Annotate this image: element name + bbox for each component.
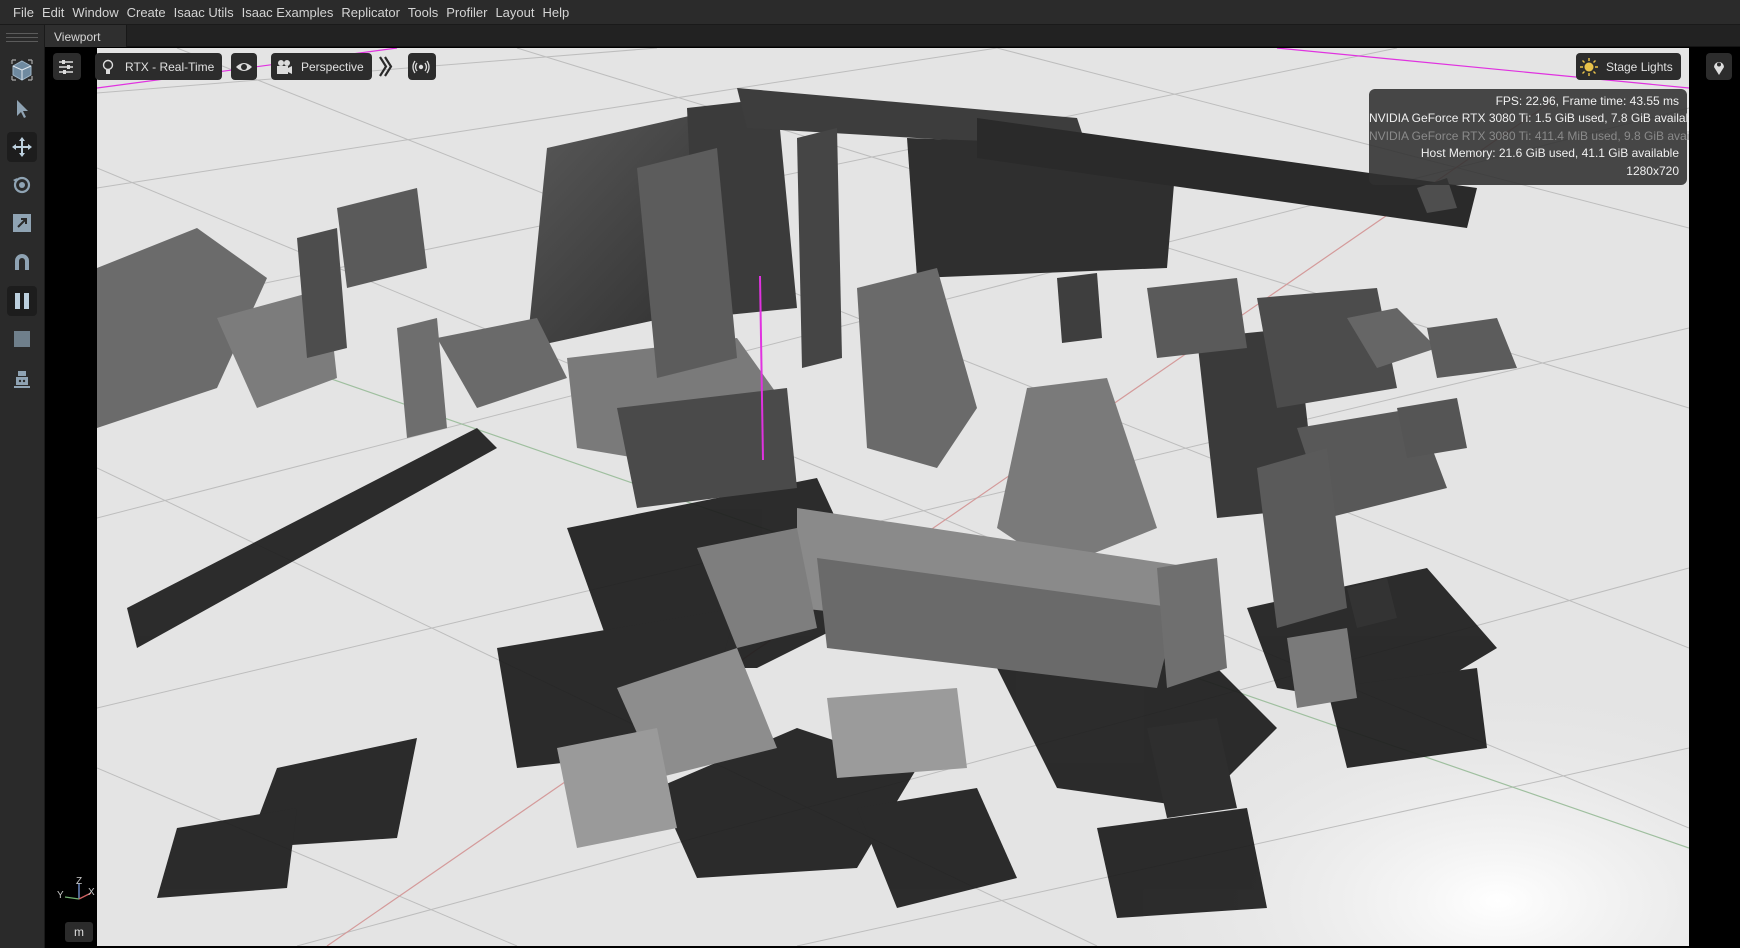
stage-lights-label: Stage Lights: [1606, 59, 1673, 74]
select-icon[interactable]: [7, 94, 37, 124]
menu-create[interactable]: Create: [123, 5, 170, 20]
axis-z-label: Z: [76, 876, 82, 887]
axis-x-label: X: [88, 887, 95, 898]
renderer-label: RTX - Real-Time: [125, 59, 215, 74]
sun-icon: [1576, 53, 1602, 80]
visibility-button[interactable]: [231, 53, 257, 80]
sliders-icon: [53, 53, 79, 80]
broadcast-icon: [408, 53, 434, 80]
stage-lights-selector[interactable]: Stage Lights: [1576, 53, 1681, 80]
menu-window[interactable]: Window: [68, 5, 122, 20]
pin-button[interactable]: [1706, 53, 1732, 80]
menu-profiler[interactable]: Profiler: [442, 5, 491, 20]
expand-toolbar-button[interactable]: [378, 53, 394, 80]
menu-tools[interactable]: Tools: [404, 5, 442, 20]
resolution-readout: 1280x720: [1626, 163, 1679, 178]
toolbar-grip-icon[interactable]: [6, 33, 38, 43]
menu-file[interactable]: File: [9, 5, 38, 20]
gpu2-memory-readout: NVIDIA GeForce RTX 3080 Ti: 411.4 MiB us…: [1369, 128, 1689, 143]
robot-icon[interactable]: [7, 364, 37, 394]
pause-icon[interactable]: [7, 286, 37, 316]
scale-icon[interactable]: [7, 208, 37, 238]
viewport-scene[interactable]: FPS: 22.96, Frame time: 43.55 ms NVIDIA …: [97, 48, 1689, 946]
left-toolbar: [0, 25, 45, 948]
menu-isaac-utils[interactable]: Isaac Utils: [170, 5, 238, 20]
broadcast-button[interactable]: [408, 53, 436, 80]
camera-label: Perspective: [301, 59, 364, 74]
menu-bar: File Edit Window Create Isaac Utils Isaa…: [0, 0, 1740, 25]
axis-y-label: Y: [57, 890, 64, 901]
menu-layout[interactable]: Layout: [491, 5, 538, 20]
create-icon[interactable]: [7, 55, 37, 85]
double-chevron-right-icon: [379, 56, 393, 77]
axis-gizmo: Z X Y: [55, 875, 95, 911]
menu-edit[interactable]: Edit: [38, 5, 68, 20]
snap-icon[interactable]: [7, 247, 37, 277]
host-memory-readout: Host Memory: 21.6 GiB used, 41.1 GiB ava…: [1420, 146, 1679, 161]
fps-readout: FPS: 22.96, Frame time: 43.55 ms: [1495, 94, 1679, 108]
camera-selector[interactable]: Perspective: [271, 53, 372, 80]
eye-icon: [231, 53, 257, 80]
stop-icon[interactable]: [7, 324, 37, 354]
gpu1-memory-readout: NVIDIA GeForce RTX 3080 Ti: 1.5 GiB used…: [1369, 111, 1689, 126]
menu-replicator[interactable]: Replicator: [337, 5, 404, 20]
rotate-icon[interactable]: [7, 170, 37, 200]
camera-icon: [271, 53, 297, 80]
tab-viewport[interactable]: Viewport: [45, 25, 127, 47]
unit-selector[interactable]: m: [65, 922, 93, 942]
map-pin-icon: [1706, 53, 1732, 80]
viewport-tab-strip: Viewport: [45, 25, 1740, 47]
lightbulb-icon: [95, 53, 121, 80]
renderer-selector[interactable]: RTX - Real-Time: [95, 53, 223, 80]
menu-isaac-examples[interactable]: Isaac Examples: [238, 5, 338, 20]
menu-help[interactable]: Help: [539, 5, 574, 20]
viewport-settings-button[interactable]: [53, 53, 81, 80]
move-icon[interactable]: [7, 132, 37, 162]
performance-stats-panel: FPS: 22.96, Frame time: 43.55 ms NVIDIA …: [1369, 89, 1689, 185]
